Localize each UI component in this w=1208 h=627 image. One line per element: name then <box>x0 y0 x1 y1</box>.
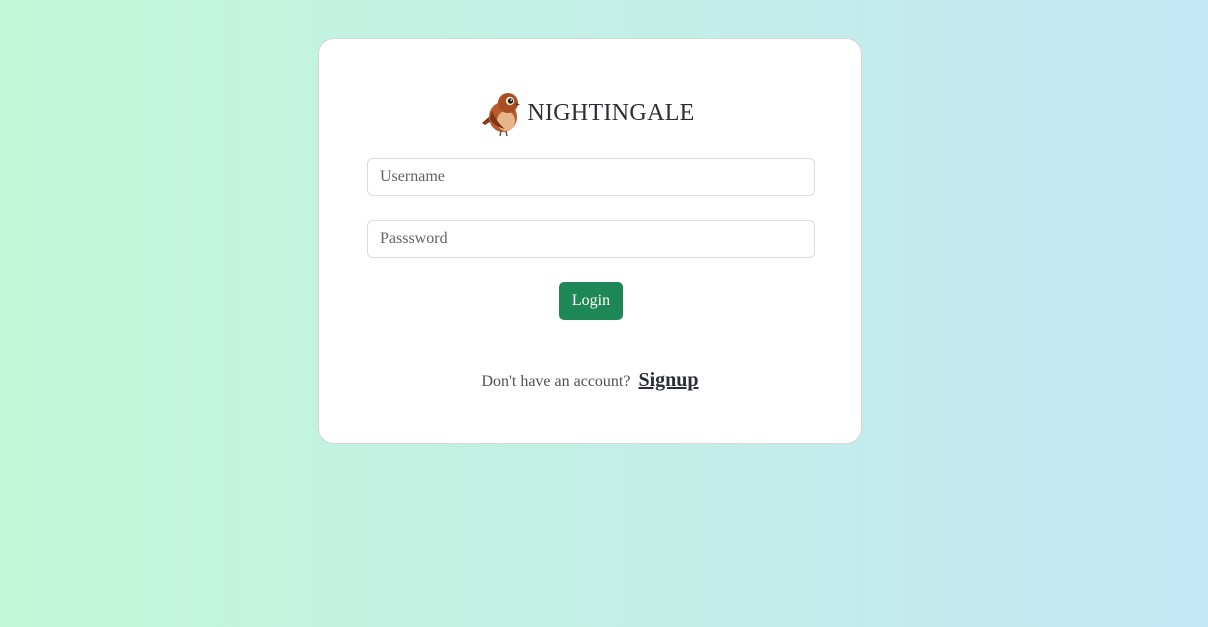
login-card: NIGHTINGALE Login Don't have an account?… <box>318 38 862 444</box>
login-button[interactable]: Login <box>559 282 623 320</box>
password-input[interactable] <box>367 220 815 258</box>
signup-row: Don't have an account? Signup <box>319 369 861 392</box>
signup-link[interactable]: Signup <box>638 369 698 391</box>
username-input[interactable] <box>367 158 815 196</box>
brand-header: NIGHTINGALE <box>319 87 861 139</box>
nightingale-bird-icon <box>481 89 521 137</box>
signup-prompt: Don't have an account? <box>481 373 631 390</box>
brand-title: NIGHTINGALE <box>527 100 695 126</box>
